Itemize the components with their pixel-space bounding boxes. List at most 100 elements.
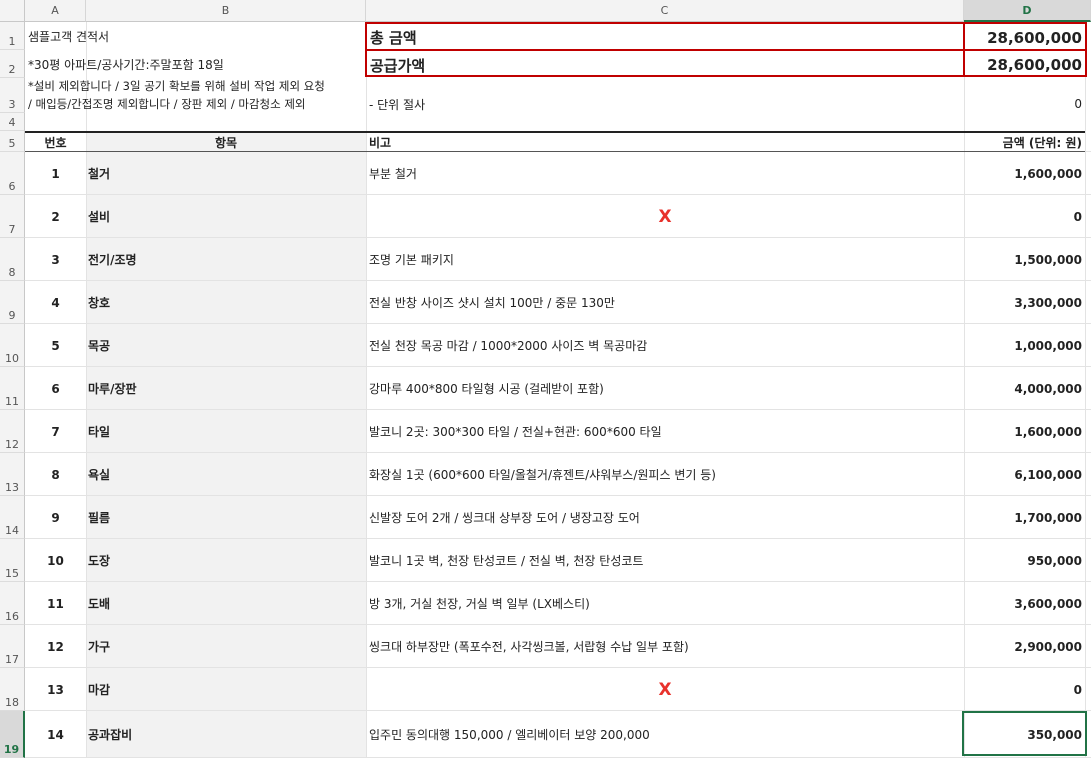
- item-cell[interactable]: 타일: [86, 410, 113, 453]
- row-number-cell[interactable]: 9: [25, 496, 86, 539]
- title-cell[interactable]: 샘플고객 견적서: [25, 22, 112, 50]
- row-number-cell[interactable]: 12: [25, 625, 86, 668]
- row-header-5[interactable]: 5: [0, 131, 25, 152]
- item-cell[interactable]: 철거: [86, 152, 113, 195]
- note-cell[interactable]: 입주민 동의대행 150,000 / 엘리베이터 보양 200,000: [366, 711, 653, 758]
- item-cell[interactable]: 욕실: [86, 453, 113, 496]
- column-header-b[interactable]: B: [86, 0, 366, 22]
- row-header-7[interactable]: 7: [0, 195, 25, 238]
- note-cell[interactable]: 씽크대 하부장만 (폭포수전, 사각씽크볼, 서랍형 수납 일부 포함): [366, 625, 692, 668]
- note-cell[interactable]: 방 3개, 거실 천장, 거실 벽 일부 (LX베스티): [366, 582, 593, 625]
- row-header-11[interactable]: 11: [0, 367, 25, 410]
- total-label[interactable]: 총 금액: [366, 24, 420, 51]
- table-header-border: [25, 151, 1085, 152]
- row-header-2[interactable]: 2: [0, 50, 25, 78]
- column-header-c[interactable]: C: [366, 0, 964, 22]
- note-cell[interactable]: 부분 철거: [366, 152, 420, 195]
- row-number-cell[interactable]: 14: [25, 711, 86, 758]
- row-header-19[interactable]: 19: [0, 711, 25, 758]
- row-number-cell[interactable]: 13: [25, 668, 86, 711]
- note-cell[interactable]: 화장실 1곳 (600*600 타일/올철거/휴젠트/샤워부스/원피스 변기 등…: [366, 453, 719, 496]
- row-number-cell[interactable]: 1: [25, 152, 86, 195]
- amount-cell[interactable]: 3,600,000: [964, 582, 1085, 625]
- row-number-cell[interactable]: 7: [25, 410, 86, 453]
- item-cell[interactable]: 설비: [86, 195, 113, 238]
- column-b-fill: [86, 131, 366, 758]
- note-cell[interactable]: 신발장 도어 2개 / 씽크대 상부장 도어 / 냉장고장 도어: [366, 496, 643, 539]
- amount-cell[interactable]: 2,900,000: [964, 625, 1085, 668]
- row-header-15[interactable]: 15: [0, 539, 25, 582]
- row-header-17[interactable]: 17: [0, 625, 25, 668]
- item-cell[interactable]: 전기/조명: [86, 238, 140, 281]
- row-header-4[interactable]: 4: [0, 113, 25, 131]
- item-cell[interactable]: 마감: [86, 668, 113, 711]
- amount-cell[interactable]: 1,700,000: [964, 496, 1085, 539]
- item-cell[interactable]: 가구: [86, 625, 113, 668]
- row-header-9[interactable]: 9: [0, 281, 25, 324]
- total-box-divider-vertical: [963, 22, 965, 77]
- amount-cell[interactable]: 4,000,000: [964, 367, 1085, 410]
- row-number-cell[interactable]: 6: [25, 367, 86, 410]
- row-number-cell[interactable]: 3: [25, 238, 86, 281]
- row-number-cell[interactable]: 10: [25, 539, 86, 582]
- item-cell[interactable]: 필름: [86, 496, 113, 539]
- item-cell[interactable]: 공과잡비: [86, 711, 135, 758]
- note-line-1[interactable]: *설비 제외합니다 / 3일 공기 확보를 위해 설비 작업 제외 요청: [25, 78, 328, 94]
- note-line-2: / 매입등/간접조명 제외합니다 / 장판 제외 / 마감청소 제외: [28, 97, 306, 111]
- row-number-cell[interactable]: 5: [25, 324, 86, 367]
- amount-cell[interactable]: 6,100,000: [964, 453, 1085, 496]
- row-header-6[interactable]: 6: [0, 152, 25, 195]
- total-value[interactable]: 28,600,000: [964, 24, 1085, 51]
- col-item-header[interactable]: 항목: [86, 133, 366, 151]
- supply-label[interactable]: 공급가액: [366, 52, 428, 78]
- amount-cell[interactable]: 0: [964, 195, 1085, 238]
- amount-cell[interactable]: 1,600,000: [964, 152, 1085, 195]
- note-cell[interactable]: 발코니 1곳 벽, 천장 탄성코트 / 전실 벽, 천장 탄성코트: [366, 539, 646, 582]
- amount-cell[interactable]: 350,000: [964, 711, 1085, 758]
- row-header-14[interactable]: 14: [0, 496, 25, 539]
- col-no-header[interactable]: 번호: [25, 133, 86, 151]
- row-number-cell[interactable]: 11: [25, 582, 86, 625]
- cut-label[interactable]: - 단위 절사: [366, 95, 428, 113]
- row-header-10[interactable]: 10: [0, 324, 25, 367]
- gridline-vertical: [1085, 22, 1086, 758]
- cut-value[interactable]: 0: [964, 95, 1085, 113]
- row-header-16[interactable]: 16: [0, 582, 25, 625]
- excluded-x-mark[interactable]: X: [366, 668, 964, 711]
- row-header-13[interactable]: 13: [0, 453, 25, 496]
- note-cell[interactable]: 조명 기본 패키지: [366, 238, 457, 281]
- col-amount-header[interactable]: 금액 (단위: 원): [964, 133, 1085, 151]
- item-cell[interactable]: 도장: [86, 539, 113, 582]
- item-cell[interactable]: 도배: [86, 582, 113, 625]
- note-cell[interactable]: 전실 반창 사이즈 샷시 설치 100만 / 중문 130만: [366, 281, 618, 324]
- note-cell[interactable]: 전실 천장 목공 마감 / 1000*2000 사이즈 벽 목공마감: [366, 324, 650, 367]
- amount-cell[interactable]: 1,600,000: [964, 410, 1085, 453]
- col-note-header[interactable]: 비고: [366, 133, 394, 151]
- item-cell[interactable]: 창호: [86, 281, 113, 324]
- row-number-cell[interactable]: 8: [25, 453, 86, 496]
- total-box-divider: [365, 49, 1087, 51]
- amount-cell[interactable]: 950,000: [964, 539, 1085, 582]
- row-header-18[interactable]: 18: [0, 668, 25, 711]
- amount-cell[interactable]: 3,300,000: [964, 281, 1085, 324]
- row-number-cell[interactable]: 4: [25, 281, 86, 324]
- item-cell[interactable]: 마루/장판: [86, 367, 140, 410]
- select-all-corner[interactable]: [0, 0, 25, 22]
- supply-value[interactable]: 28,600,000: [964, 52, 1085, 78]
- note-cell[interactable]: 강마루 400*800 타일형 시공 (걸레받이 포함): [366, 367, 607, 410]
- column-header-a[interactable]: A: [25, 0, 86, 22]
- spreadsheet[interactable]: A B C D 1 2 3 4 5 6 7 8 9 10 11 12 13 14 15 16 17 18 19 샘플…: [0, 0, 1091, 758]
- amount-cell[interactable]: 0: [964, 668, 1085, 711]
- column-header-d[interactable]: D: [964, 0, 1091, 22]
- note-cell[interactable]: 발코니 2곳: 300*300 타일 / 전실+현관: 600*600 타일: [366, 410, 665, 453]
- item-cell[interactable]: 목공: [86, 324, 113, 367]
- row-header-12[interactable]: 12: [0, 410, 25, 453]
- amount-cell[interactable]: 1,500,000: [964, 238, 1085, 281]
- row-number-cell[interactable]: 2: [25, 195, 86, 238]
- row-header-3[interactable]: 3: [0, 78, 25, 113]
- amount-cell[interactable]: 1,000,000: [964, 324, 1085, 367]
- info-cell[interactable]: *30평 아파트/공사기간:주말포함 18일: [25, 50, 227, 78]
- row-header-8[interactable]: 8: [0, 238, 25, 281]
- excluded-x-mark[interactable]: X: [366, 195, 964, 238]
- row-header-1[interactable]: 1: [0, 22, 25, 50]
